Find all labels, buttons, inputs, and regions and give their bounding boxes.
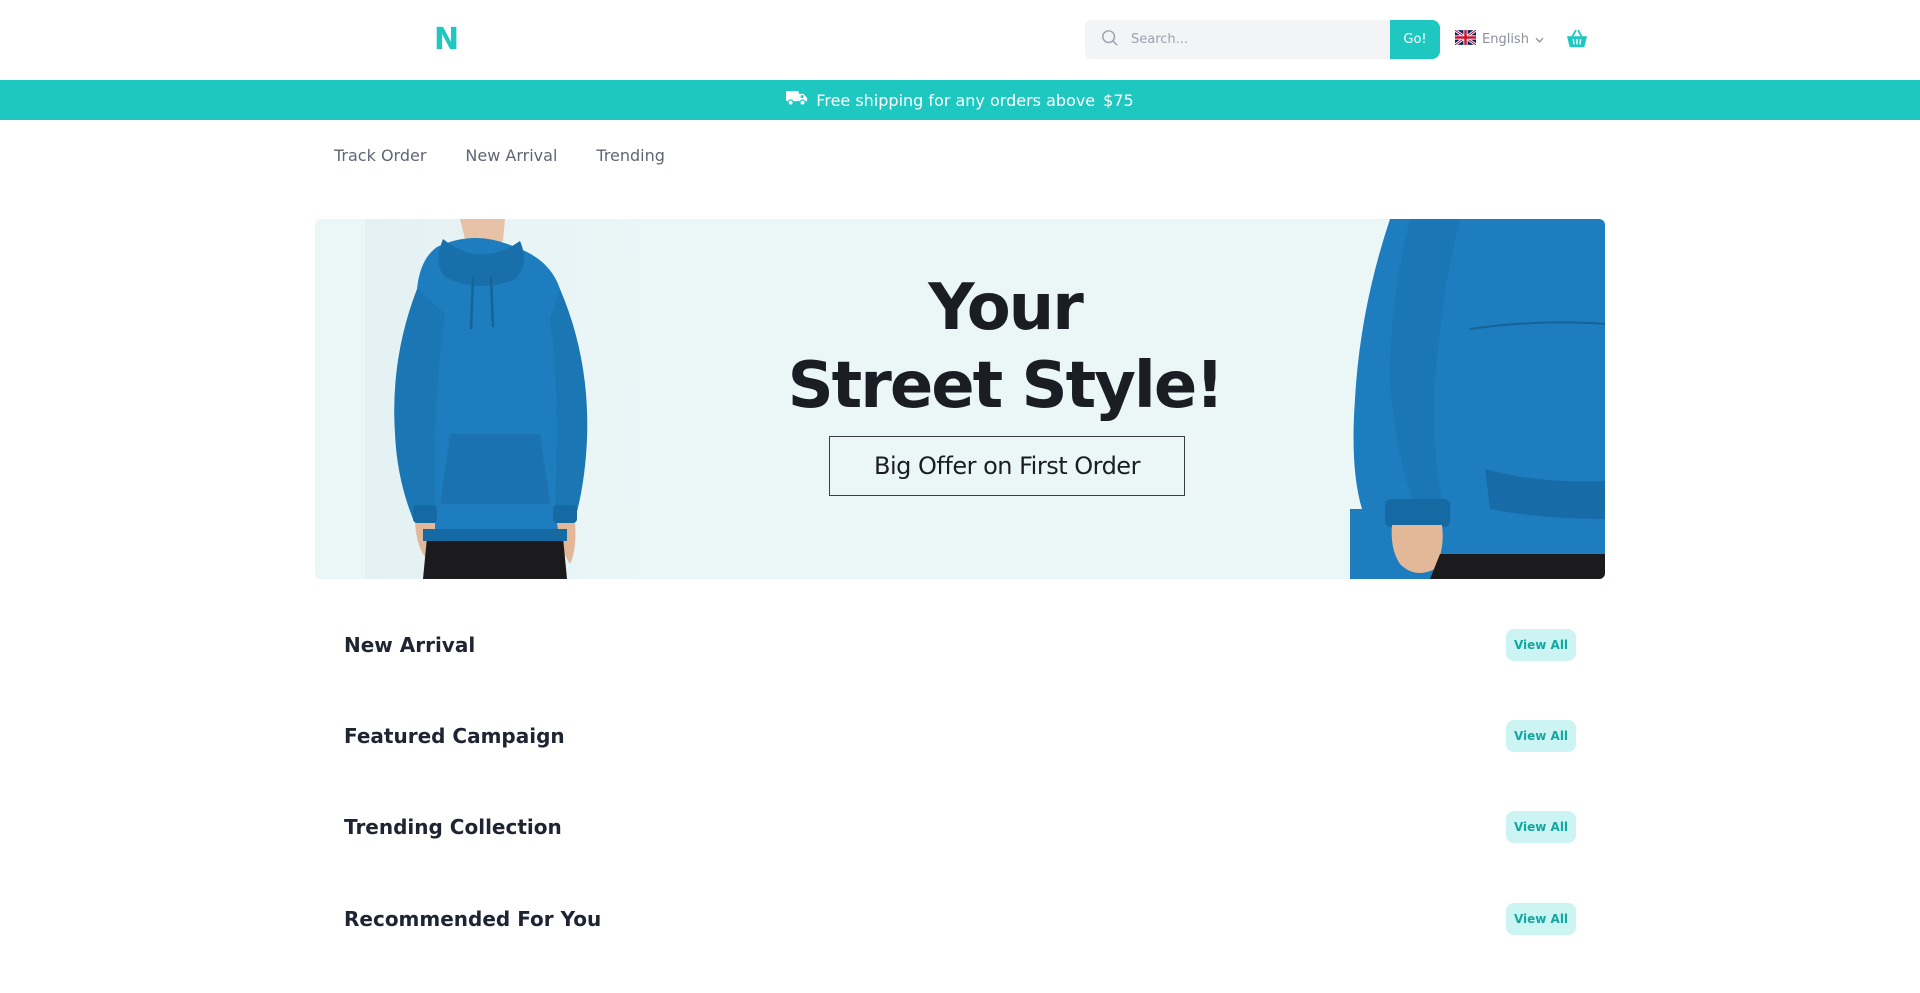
hero-headline-line1: Your [928, 271, 1084, 345]
cart-button[interactable] [1566, 29, 1588, 53]
hero-banner[interactable]: Your Street Style! Big Offer on First Or… [315, 219, 1605, 579]
search-icon [1101, 29, 1119, 51]
nav-item-trending[interactable]: Trending [596, 146, 665, 165]
big-offer-button[interactable]: Big Offer on First Order [829, 436, 1185, 496]
section-featured-campaign: Featured Campaign View All [344, 720, 1576, 752]
language-label: English [1482, 31, 1529, 47]
language-selector[interactable]: English [1454, 28, 1544, 50]
section-title: Trending Collection [344, 815, 562, 839]
truck-icon [786, 90, 808, 110]
chevron-down-icon [1535, 32, 1544, 47]
section-title: Featured Campaign [344, 724, 565, 748]
hero-model-left-image [365, 219, 655, 579]
search-bar: Go! [1085, 20, 1440, 59]
view-all-recommended-button[interactable]: View All [1506, 903, 1576, 935]
nav-item-track-order[interactable]: Track Order [334, 146, 426, 165]
hero-headline-line2: Street Style! [787, 349, 1225, 423]
uk-flag-icon [1454, 28, 1477, 49]
site-header: N Go! English [0, 0, 1920, 80]
search-input[interactable] [1131, 32, 1371, 47]
search-box[interactable] [1085, 20, 1390, 59]
shipping-threshold-amount: $75 [1103, 90, 1134, 110]
section-trending-collection: Trending Collection View All [344, 811, 1576, 843]
section-title: Recommended For You [344, 907, 602, 931]
brand-logo[interactable]: N [434, 20, 459, 60]
shipping-announcement-bar: Free shipping for any orders above $75 [0, 80, 1920, 120]
search-go-button[interactable]: Go! [1390, 20, 1440, 59]
shipping-text: Free shipping for any orders above [816, 90, 1096, 110]
hero-headline: Your Street Style! [705, 269, 1305, 425]
basket-icon [1566, 29, 1588, 53]
section-new-arrival: New Arrival View All [344, 629, 1576, 661]
section-title: New Arrival [344, 633, 476, 657]
view-all-trending-collection-button[interactable]: View All [1506, 811, 1576, 843]
section-recommended-for-you: Recommended For You View All [344, 903, 1576, 935]
nav-item-new-arrival[interactable]: New Arrival [465, 146, 557, 165]
hero-model-right-image [1350, 219, 1605, 579]
view-all-new-arrival-button[interactable]: View All [1506, 629, 1576, 661]
view-all-featured-campaign-button[interactable]: View All [1506, 720, 1576, 752]
main-nav: Track Order New Arrival Trending [334, 146, 665, 165]
